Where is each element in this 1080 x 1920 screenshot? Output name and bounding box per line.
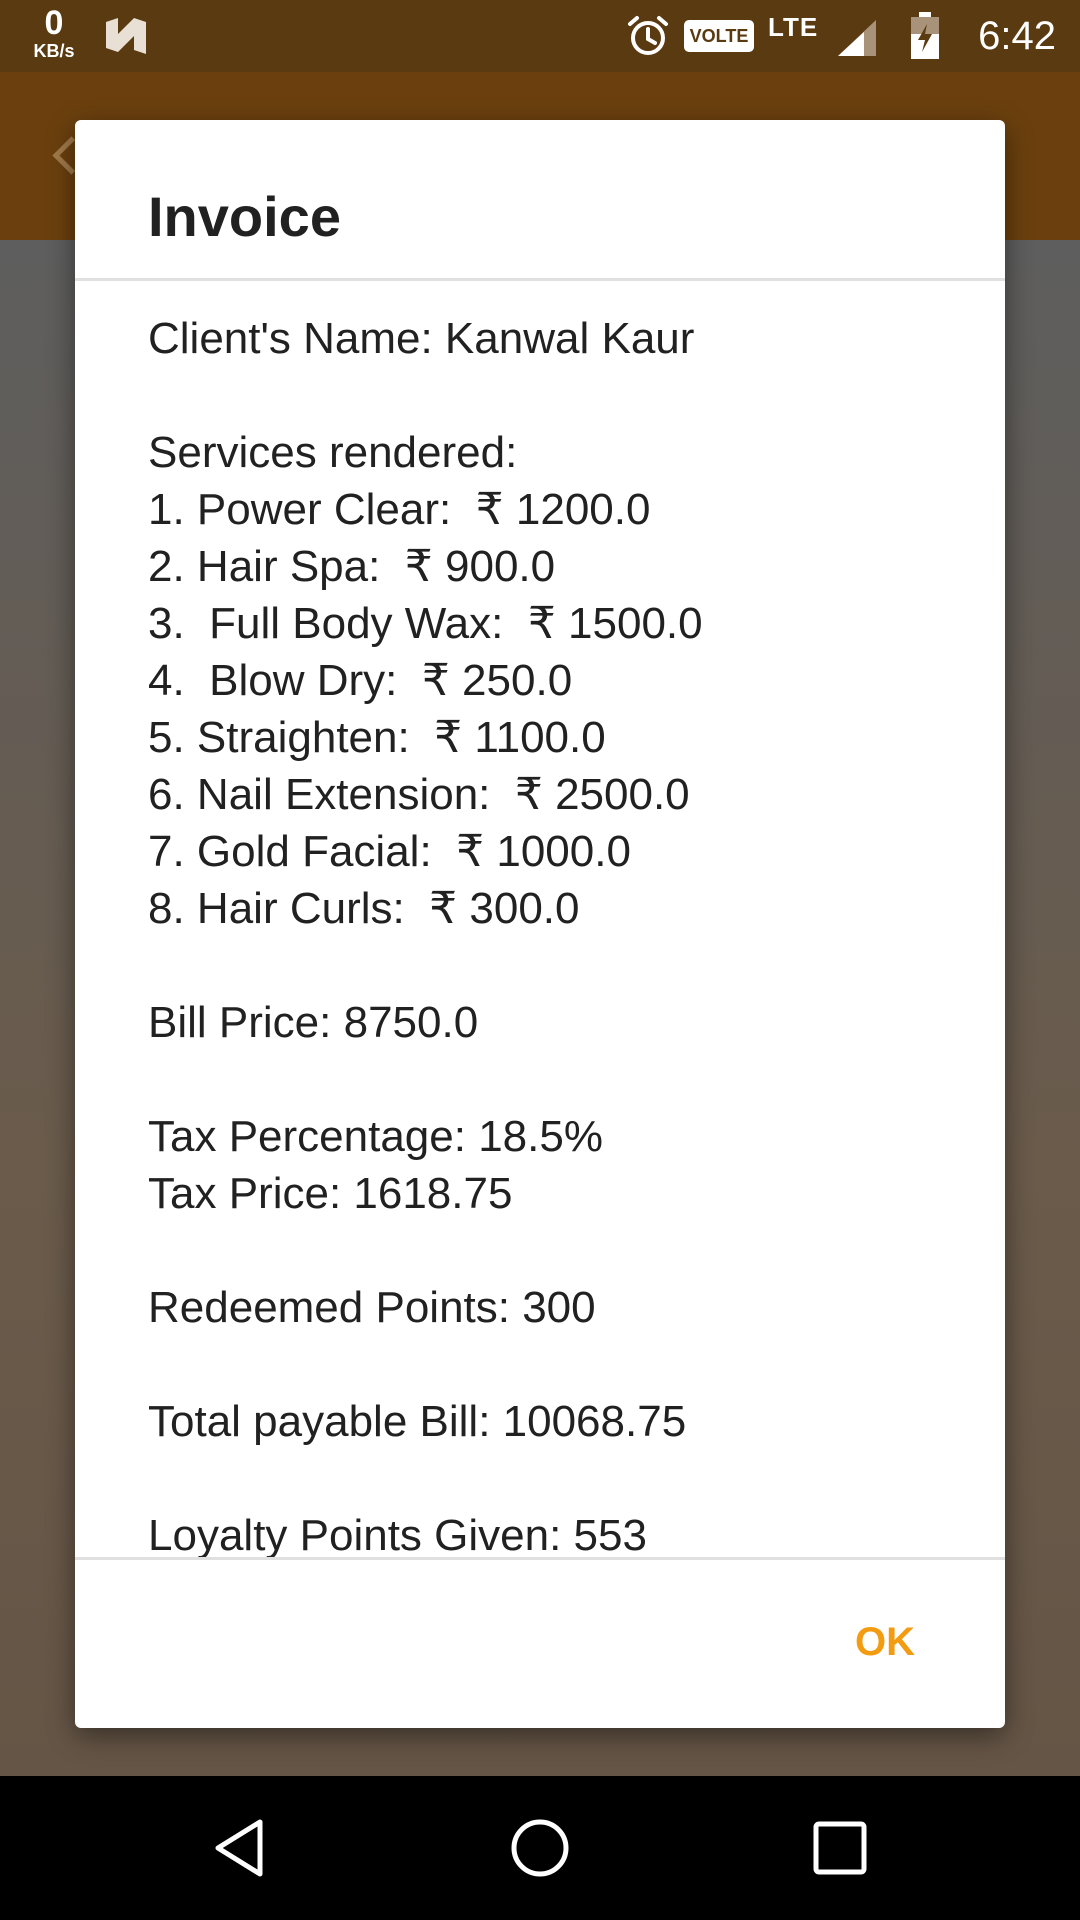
service-item: 1. Power Clear: ₹ 1200.0 [148,485,651,534]
bill-price: Bill Price: 8750.0 [148,998,479,1047]
invoice-body[interactable]: Client's Name: Kanwal Kaur Services rend… [148,310,988,1676]
dialog-divider-bottom [75,1557,1005,1560]
ok-button[interactable]: OK [855,1620,915,1665]
status-bar: 0 KB/s VOLTE LTE 6:42 [0,0,1080,72]
service-item: 3. Full Body Wax: ₹ 1500.0 [148,599,703,648]
dialog-title: Invoice [148,185,341,248]
network-speed-value: 0 [44,4,64,42]
status-time: 6:42 [978,14,1056,58]
back-icon[interactable] [204,1812,276,1884]
dialog-divider-top [75,278,1005,281]
loyalty-points-given: Loyalty Points Given: 553 [148,1511,647,1560]
n-notification-icon [106,18,146,54]
service-item: 6. Nail Extension: ₹ 2500.0 [148,770,690,819]
navigation-bar [0,1776,1080,1920]
invoice-dialog: Invoice Client's Name: Kanwal Kaur Servi… [75,120,1005,1728]
service-item: 8. Hair Curls: ₹ 300.0 [148,884,580,933]
home-icon[interactable] [504,1812,576,1884]
screen: 0 KB/s VOLTE LTE 6:42 Invoice Client's N… [0,0,1080,1920]
service-item: 5. Straighten: ₹ 1100.0 [148,713,606,762]
tax-price: Tax Price: 1618.75 [148,1169,513,1218]
signal-icon [838,20,876,56]
redeemed-points: Redeemed Points: 300 [148,1283,596,1332]
client-name: Client's Name: Kanwal Kaur [148,314,695,363]
total-payable-bill: Total payable Bill: 10068.75 [148,1397,687,1446]
network-speed-unit: KB/s [33,41,75,61]
tax-percentage: Tax Percentage: 18.5% [148,1112,603,1161]
services-header: Services rendered: [148,428,518,477]
service-item: 2. Hair Spa: ₹ 900.0 [148,542,556,591]
service-item: 7. Gold Facial: ₹ 1000.0 [148,827,631,876]
service-item: 4. Blow Dry: ₹ 250.0 [148,656,573,705]
battery-charging-icon [911,12,939,59]
recents-icon[interactable] [804,1812,876,1884]
volte-badge: VOLTE [684,20,754,52]
alarm-icon [628,16,668,55]
network-type-label: LTE [768,12,819,42]
network-speed: 0 KB/s [26,6,82,60]
